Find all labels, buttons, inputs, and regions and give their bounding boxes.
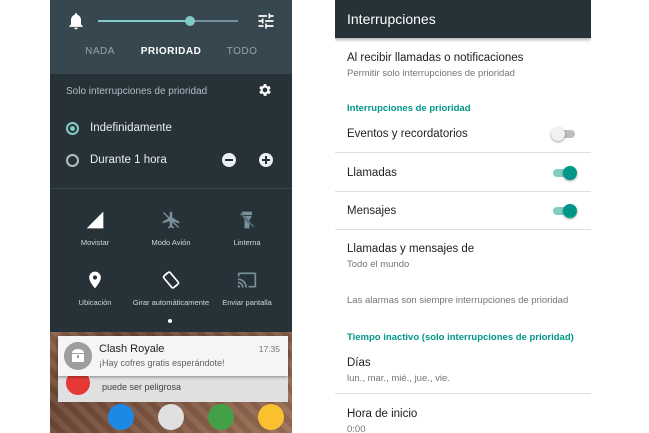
interruptions-settings-screen: Interrupciones Al recibir llamadas o not… <box>335 0 591 433</box>
chest-icon <box>64 342 92 370</box>
notification-time: 17:35 <box>258 344 280 354</box>
toggle-events[interactable] <box>551 126 577 142</box>
tile-label: Modo Avión <box>151 238 191 247</box>
volume-slider-fill <box>98 20 191 22</box>
tile-cast-screen[interactable]: Enviar pantalla <box>207 270 287 308</box>
tab-nada[interactable]: NADA <box>70 46 130 57</box>
airplane-off-icon <box>162 211 180 229</box>
toggle-messages[interactable] <box>551 203 577 219</box>
toggle-thumb <box>551 127 565 141</box>
days-title[interactable]: Días <box>347 357 371 369</box>
flashlight-off-icon <box>239 211 255 229</box>
notification-under-body: puede ser peligrosa <box>102 382 182 392</box>
volume-slider[interactable] <box>98 16 238 26</box>
divider <box>335 393 591 394</box>
toggle-calls[interactable] <box>551 165 577 181</box>
calls-from-subtitle: Todo el mundo <box>347 259 410 270</box>
alarms-info-text: Las alarmas son siempre interrupciones d… <box>347 295 569 306</box>
toggle-label-events[interactable]: Eventos y recordatorios <box>347 128 468 140</box>
dock-app-icon[interactable] <box>258 404 284 430</box>
signal-icon <box>86 211 104 229</box>
radio-indefinitely[interactable] <box>66 122 79 135</box>
tile-mobile-network[interactable]: Movistar <box>55 210 135 248</box>
dock-app-icon[interactable] <box>158 404 184 430</box>
volume-slider-thumb[interactable] <box>185 16 196 26</box>
app-bar: Interrupciones <box>335 0 591 38</box>
tile-location[interactable]: Ubicación <box>55 270 135 308</box>
tile-flashlight[interactable]: Linterna <box>207 210 287 248</box>
tile-airplane-mode[interactable]: Modo Avión <box>131 210 211 248</box>
notify-setting-title[interactable]: Al recibir llamadas o notificaciones <box>347 52 523 64</box>
gear-icon[interactable] <box>257 82 273 98</box>
tile-label: Ubicación <box>78 298 112 307</box>
tab-todo[interactable]: TODO <box>212 46 272 57</box>
tile-auto-rotate[interactable]: Girar automáticamente <box>131 270 211 308</box>
location-icon <box>89 271 101 289</box>
screen-rotation-icon <box>162 271 180 289</box>
tile-label: Linterna <box>233 238 261 247</box>
notification-title: Clash Royale <box>99 343 165 355</box>
radio-one-hour[interactable] <box>66 154 79 167</box>
tile-label: Enviar pantalla <box>222 298 272 307</box>
quick-settings-screen: NADA PRIORIDAD TODO Solo interrupciones … <box>50 0 292 433</box>
notification-card[interactable]: Clash Royale ¡Hay cofres gratis esperánd… <box>58 336 288 376</box>
volume-header: NADA PRIORIDAD TODO <box>50 0 292 74</box>
dock-app-icon[interactable] <box>208 404 234 430</box>
radio-one-hour-label[interactable]: Durante 1 hora <box>90 154 167 166</box>
divider <box>50 188 292 189</box>
decrease-duration-button[interactable] <box>222 153 236 167</box>
radio-indefinitely-label[interactable]: Indefinidamente <box>90 122 172 134</box>
divider <box>335 152 591 153</box>
page-title: Interrupciones <box>347 11 436 27</box>
section-priority-header: Interrupciones de prioridad <box>347 103 471 114</box>
dock-app-icon[interactable] <box>108 404 134 430</box>
toggle-thumb <box>563 166 577 180</box>
tile-label: Girar automáticamente <box>132 298 210 307</box>
tab-prioridad[interactable]: PRIORIDAD <box>140 46 202 57</box>
toggle-thumb <box>563 204 577 218</box>
tile-label: Movistar <box>80 238 110 247</box>
page-indicator <box>168 319 172 323</box>
cast-icon <box>237 272 257 288</box>
toggle-label-calls[interactable]: Llamadas <box>347 167 397 179</box>
home-dock <box>50 402 292 433</box>
divider <box>335 229 591 230</box>
divider <box>335 191 591 192</box>
bell-icon <box>69 13 83 30</box>
increase-duration-button[interactable] <box>259 153 273 167</box>
notification-body: ¡Hay cofres gratis esperándote! <box>99 358 225 368</box>
notify-setting-subtitle: Permitir solo interrupciones de priorida… <box>347 68 515 79</box>
section-downtime-header: Tiempo inactivo (solo interrupciones de … <box>347 332 574 343</box>
start-time-title[interactable]: Hora de inicio <box>347 408 417 420</box>
days-subtitle: lun., mar., mié., jue., vie. <box>347 373 450 384</box>
calls-from-title[interactable]: Llamadas y mensajes de <box>347 243 474 255</box>
start-time-subtitle: 0:00 <box>347 424 366 433</box>
quick-settings-panel: NADA PRIORIDAD TODO Solo interrupciones … <box>50 0 292 332</box>
toggle-label-messages[interactable]: Mensajes <box>347 205 396 217</box>
priority-only-label: Solo interrupciones de prioridad <box>66 86 208 97</box>
tune-icon[interactable] <box>256 11 276 31</box>
